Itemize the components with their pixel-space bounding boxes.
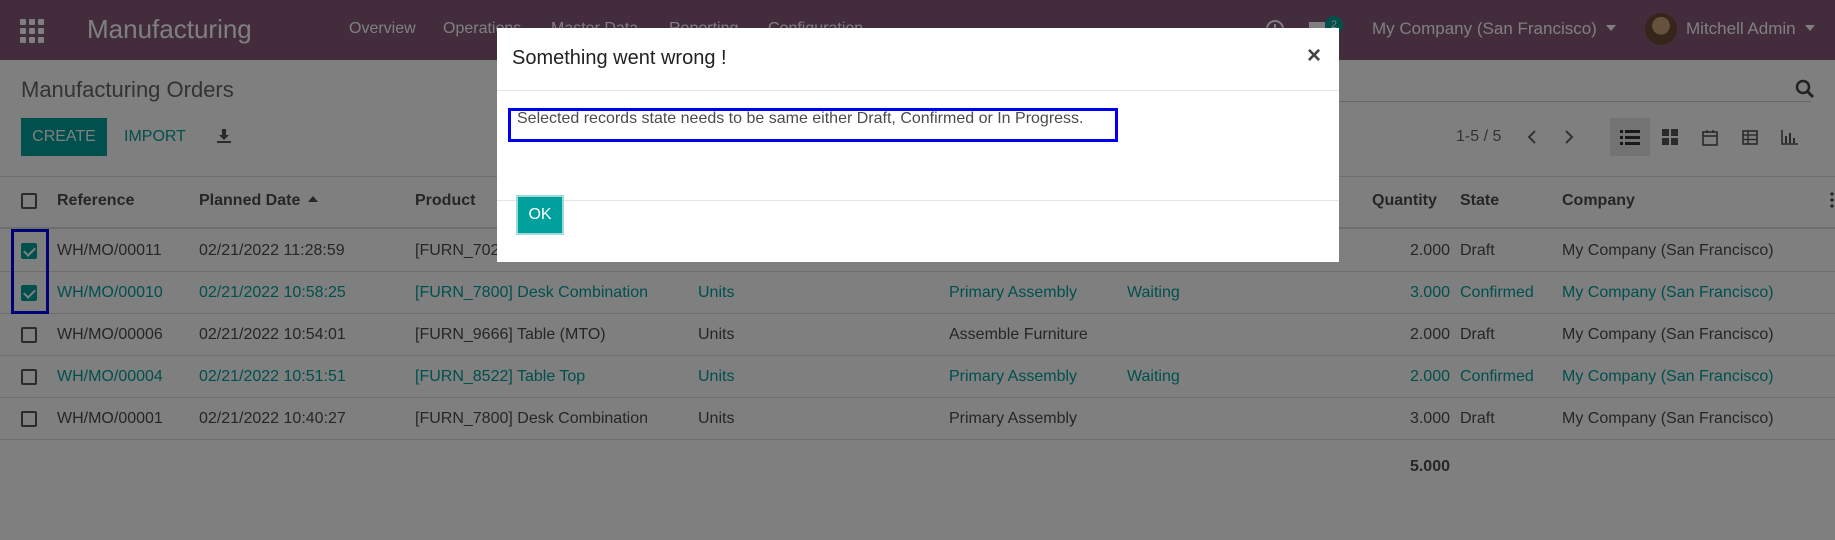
close-icon[interactable]: × [1307, 42, 1321, 70]
dialog-header: Something went wrong ! × [497, 28, 1339, 91]
dialog-body: Selected records state needs to be same … [497, 92, 1339, 201]
message-highlight [508, 108, 1118, 142]
dialog-title: Something went wrong ! [512, 47, 727, 69]
ok-button[interactable]: OK [516, 195, 564, 235]
error-dialog: Something went wrong ! × Selected record… [497, 28, 1339, 262]
